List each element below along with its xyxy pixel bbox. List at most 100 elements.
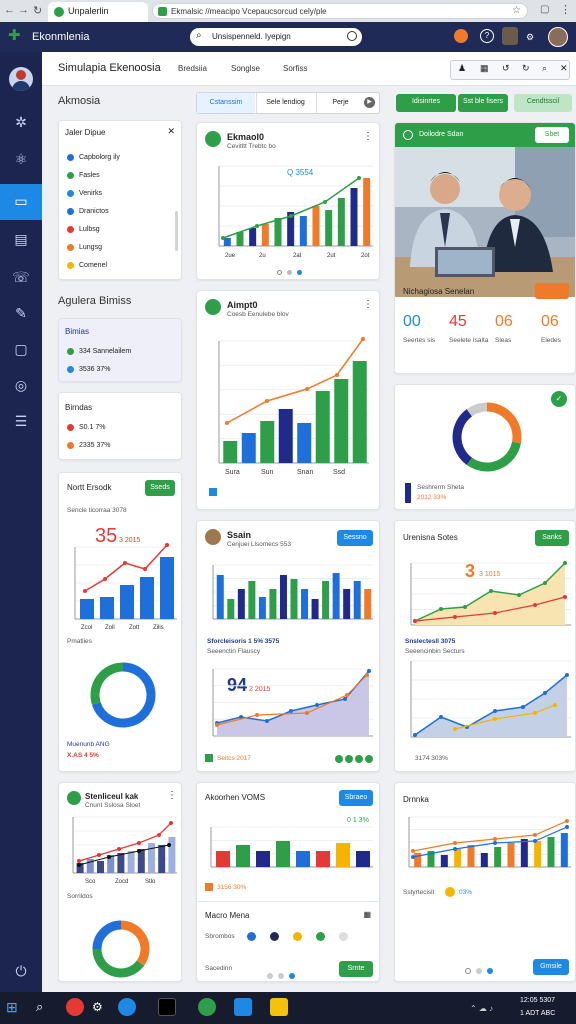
more-icon[interactable]: ⋮ — [363, 131, 373, 142]
close-icon[interactable]: ✕ — [167, 126, 175, 137]
filter-scrollbar[interactable] — [175, 211, 178, 251]
color-swatches[interactable] — [247, 931, 353, 942]
data-point — [521, 705, 525, 709]
grid-tool-icon[interactable]: ▦ — [480, 63, 489, 74]
section-title-akmosia: Akmosia — [58, 95, 101, 107]
more-icon[interactable]: ⋮ — [363, 299, 373, 310]
grid-icon[interactable]: ▦ — [363, 910, 371, 919]
orange-action-button[interactable] — [535, 283, 569, 299]
address-bar[interactable]: Ekmalsic //meacipo Vcepaucsorcud cely/pl… — [152, 3, 528, 19]
seg-perje[interactable]: Perje — [316, 93, 364, 113]
extension-icon[interactable]: ▢ — [540, 4, 549, 15]
card-button[interactable]: Sseds — [145, 480, 175, 496]
globe-icon[interactable]: ◎ — [12, 376, 30, 394]
file-explorer-icon[interactable] — [270, 998, 288, 1016]
bookmark-star-icon[interactable]: ☆ — [512, 5, 521, 16]
seg-sele-lendiog[interactable]: Sele lendiog — [256, 93, 314, 113]
mail-icon[interactable] — [234, 998, 252, 1016]
folder-icon[interactable]: ▭ — [12, 192, 30, 210]
button-sst-ble-fisers[interactable]: Sst ble fisers — [458, 94, 508, 112]
tray-icons[interactable]: ⌃ ☁ ♪ — [470, 1004, 493, 1013]
green-dots[interactable] — [335, 753, 378, 763]
phone-icon[interactable]: ☏ — [12, 268, 30, 286]
start-menu-icon[interactable]: ⊞ — [6, 998, 24, 1016]
seg-cstanssim[interactable]: Cstanssim — [197, 93, 255, 113]
stat-column: 06 Eledes — [541, 313, 575, 344]
network-icon[interactable]: ✲ — [12, 113, 30, 131]
taskbar-date[interactable]: 1 ADT ABC — [520, 1010, 555, 1017]
filter-item[interactable]: Lungsg — [59, 239, 174, 257]
sidebar-avatar[interactable] — [9, 67, 33, 91]
search-input[interactable]: ⌕ Unsispenneld. Iyepign — [190, 28, 362, 46]
play-icon[interactable]: ▶ — [364, 97, 375, 108]
user-avatar[interactable] — [502, 27, 518, 45]
filter-item[interactable]: Capbolorg ily — [59, 149, 174, 167]
settings-icon[interactable]: ⚙ — [92, 998, 110, 1016]
pager-dots[interactable] — [267, 970, 300, 980]
bar — [278, 409, 293, 463]
button-idisinrtes[interactable]: Idisinrtes — [396, 94, 456, 112]
pager-dots[interactable] — [465, 965, 498, 975]
card-donut: ✓ Seshrerm Sheta 2012 33% — [394, 384, 576, 510]
terminal-icon[interactable] — [158, 998, 176, 1016]
card-button[interactable]: Sessno — [337, 530, 373, 546]
tab-songlse[interactable]: Songlse — [231, 64, 260, 73]
bar — [316, 851, 330, 867]
chrome-icon[interactable] — [66, 998, 84, 1016]
taskbar-search-icon[interactable]: ⌕ — [36, 998, 54, 1016]
list-icon[interactable]: ☰ — [12, 412, 30, 430]
bar — [236, 232, 244, 246]
check-icon[interactable]: ✓ — [551, 391, 567, 407]
bar — [480, 853, 488, 867]
stat-card-bimias[interactable]: Bimias 334 Sannelailem 3536 37% — [58, 318, 182, 382]
filter-item[interactable]: Fasles — [59, 167, 174, 185]
undo-icon[interactable]: ↺ — [502, 63, 510, 74]
bar — [276, 841, 290, 867]
back-icon[interactable]: ← — [4, 4, 15, 16]
redo-icon[interactable]: ↻ — [522, 63, 530, 74]
footer-button[interactable]: Gmsile — [533, 959, 569, 975]
voice-search-icon[interactable] — [347, 31, 357, 41]
data-point — [463, 605, 467, 609]
zoom-icon[interactable]: ⌕ — [542, 63, 547, 74]
browser-tab[interactable]: Unpalerlin — [48, 2, 148, 22]
window-icon[interactable]: ▢ — [12, 340, 30, 358]
forward-icon[interactable]: → — [18, 4, 29, 16]
card-button[interactable]: Sanks — [535, 530, 569, 546]
edge-icon[interactable] — [118, 998, 136, 1016]
atom-icon[interactable]: ⚛ — [12, 150, 30, 168]
filter-item[interactable]: Lulbsg — [59, 221, 174, 239]
profile-avatar[interactable] — [548, 27, 568, 47]
browser-menu-icon[interactable]: ⋮ — [560, 3, 571, 16]
footer-button[interactable]: Srnte — [339, 961, 373, 977]
close-panel-icon[interactable]: ✕ — [560, 63, 568, 74]
reload-icon[interactable]: ↻ — [33, 4, 42, 17]
donut-chart — [452, 402, 522, 472]
button-cendtsscil[interactable]: Cendtsscil — [514, 94, 572, 112]
filter-item[interactable]: Dranictos — [59, 203, 174, 221]
tab-bredsiia[interactable]: Bredsiia — [178, 64, 207, 73]
briefcase-icon[interactable]: ▤ — [12, 230, 30, 248]
card-button[interactable]: Sbraeo — [339, 790, 373, 806]
pen-icon[interactable]: ✎ — [12, 304, 30, 322]
bar — [534, 841, 542, 867]
photo-card-button[interactable]: Sbet — [535, 127, 569, 143]
settings-icon[interactable]: ⚙ — [526, 32, 534, 43]
stat-card-birndas[interactable]: Birndas S0.1 7% 2335 37% — [58, 392, 182, 460]
data-point — [563, 595, 567, 599]
filter-item[interactable]: Comenel — [59, 257, 174, 275]
power-icon[interactable]: ⏻ — [12, 962, 30, 980]
more-icon[interactable]: ⋮ — [167, 790, 177, 801]
user-tool-icon[interactable]: ♟ — [458, 63, 466, 74]
tick-label: Sun — [261, 469, 274, 476]
taskbar-time[interactable]: 12:05 5307 — [520, 997, 555, 1004]
tab-sorfiss[interactable]: Sorfiss — [283, 64, 307, 73]
pager-dots[interactable] — [277, 267, 307, 277]
tick-label: Stlo — [145, 879, 156, 885]
browser-icon[interactable] — [198, 998, 216, 1016]
data-point — [77, 863, 81, 867]
help-icon[interactable]: ? — [480, 29, 494, 43]
card-title: Akoorhen VOMS — [205, 793, 266, 802]
notifications-icon[interactable] — [454, 29, 468, 43]
filter-item[interactable]: Venirks — [59, 185, 174, 203]
